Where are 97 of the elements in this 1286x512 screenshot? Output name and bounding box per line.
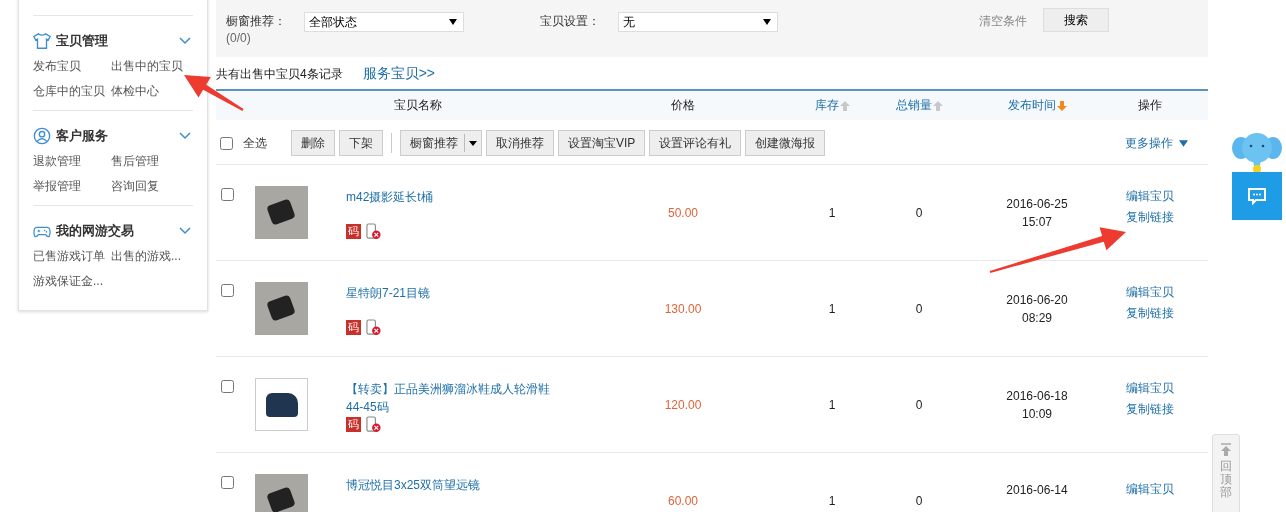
sidebar-link[interactable]: 售后管理 <box>111 153 191 170</box>
chevron-icon[interactable] <box>179 37 191 45</box>
select-all-checkbox[interactable] <box>220 136 233 150</box>
dropdown[interactable]: 全部状态 <box>304 12 464 32</box>
sidebar-link[interactable]: 出售中的宝贝 <box>111 58 191 75</box>
code-badge: 码 <box>346 320 361 335</box>
stock-cell: 1 <box>828 205 836 220</box>
filter-label: 宝贝设置： <box>540 13 601 30</box>
service-link[interactable]: 服务宝贝>> <box>362 65 436 83</box>
elephant-mascot-icon[interactable] <box>1232 130 1282 174</box>
caret-icon <box>469 140 477 146</box>
chat-icon <box>1247 186 1267 206</box>
shirt-icon <box>33 32 51 50</box>
sales-cell: 0 <box>915 301 923 316</box>
sidebar-link[interactable]: 出售的游戏... <box>111 248 191 265</box>
sidebar-link[interactable]: 发布宝贝 <box>33 58 111 75</box>
section-title: 宝贝管理 <box>56 32 109 50</box>
publish-date: 2016-06-14 <box>1006 482 1068 499</box>
code-badge: 码 <box>346 417 361 432</box>
row-checkbox[interactable] <box>221 188 234 201</box>
up-arrow-icon <box>1220 443 1232 457</box>
sidebar-link[interactable]: 咨询回复 <box>111 178 191 195</box>
publish-time: 10:09 <box>1022 406 1052 423</box>
product-name-link[interactable]: 博冠悦目3x25双筒望远镜 <box>346 476 560 494</box>
row-action-link[interactable]: 复制链接 <box>1126 208 1174 226</box>
column-header[interactable]: 发布时间 <box>964 97 1110 114</box>
row-checkbox[interactable] <box>221 284 234 297</box>
sidebar-link[interactable]: 退款管理 <box>33 153 111 170</box>
caret-icon <box>1179 139 1188 147</box>
column-header: 价格 <box>670 97 696 114</box>
sidebar-link[interactable]: 已售游戏订单 <box>33 248 111 265</box>
phone-blocked-icon <box>366 223 381 240</box>
sales-cell: 0 <box>915 205 923 220</box>
photo-placeholder <box>255 186 308 239</box>
price-cell: 120.00 <box>664 398 702 412</box>
column-header[interactable]: 库存 <box>790 97 874 114</box>
photo-placeholder <box>255 474 308 512</box>
code-badge: 码 <box>346 224 361 239</box>
sales-cell: 0 <box>915 398 923 412</box>
stock-cell: 1 <box>828 398 836 412</box>
toolbar-button[interactable]: 取消推荐 <box>486 130 554 156</box>
publish-date: 2016-06-20 <box>1006 291 1068 309</box>
chevron-icon[interactable] <box>179 227 191 235</box>
product-name-link[interactable]: 星特朗7-21目镜 <box>346 284 560 302</box>
sidebar-link[interactable]: 体检中心 <box>111 83 191 100</box>
photo-placeholder <box>255 282 308 335</box>
section-title: 客户服务 <box>56 127 109 145</box>
phone-blocked-icon <box>366 416 381 433</box>
user-icon <box>33 127 51 145</box>
toolbar-button[interactable]: 下架 <box>339 130 383 156</box>
row-checkbox[interactable] <box>221 476 234 489</box>
select-all-label: 全选 <box>243 134 267 152</box>
row-action-link[interactable]: 编辑宝贝 <box>1126 380 1174 397</box>
column-header: 宝贝名称 <box>393 97 443 114</box>
filter-count: (0/0) <box>226 30 252 46</box>
row-action-link[interactable]: 复制链接 <box>1126 304 1174 322</box>
toolbar-button[interactable]: 删除 <box>291 130 335 156</box>
stock-cell: 1 <box>828 301 836 316</box>
dropdown-arrow-icon <box>763 19 771 25</box>
price-cell: 130.00 <box>664 301 702 316</box>
stock-cell: 1 <box>828 493 836 508</box>
sidebar-link[interactable]: 举报管理 <box>33 178 111 195</box>
price-cell: 50.00 <box>668 205 698 220</box>
more-actions-link[interactable]: 更多操作 <box>1125 134 1188 152</box>
sort-down-arrow-icon[interactable] <box>1056 100 1067 111</box>
row-action-link[interactable]: 编辑宝贝 <box>1126 283 1174 301</box>
search-button[interactable]: 搜索 <box>1043 8 1109 32</box>
clear-link[interactable]: 清空条件 <box>979 12 1027 30</box>
dropdown[interactable]: 无 <box>618 12 778 32</box>
row-action-link[interactable]: 编辑宝贝 <box>1126 187 1174 205</box>
toolbar-button[interactable]: 创建微海报 <box>745 130 826 156</box>
publish-date: 2016-06-25 <box>1006 195 1068 213</box>
chat-button[interactable] <box>1232 172 1282 220</box>
photo-placeholder <box>255 378 308 431</box>
chevron-icon[interactable] <box>179 132 191 140</box>
publish-time: 15:07 <box>1022 213 1052 231</box>
price-cell: 60.00 <box>668 493 698 508</box>
section-title: 我的网游交易 <box>56 222 135 240</box>
product-name-link[interactable]: 【转卖】正品美洲狮溜冰鞋成人轮滑鞋44-45码 <box>346 380 560 416</box>
publish-date: 2016-06-18 <box>1006 388 1068 405</box>
column-header[interactable]: 总销量 <box>874 97 964 114</box>
column-header: 操作 <box>1137 97 1163 114</box>
sales-cell: 0 <box>915 493 923 508</box>
filter-label: 橱窗推荐： <box>226 13 287 30</box>
toolbar-button[interactable]: 设置淘宝VIP <box>558 130 646 156</box>
row-checkbox[interactable] <box>221 380 234 393</box>
toolbar-button[interactable]: 设置评论有礼 <box>649 130 742 156</box>
window-recommend-button[interactable]: 橱窗推荐 <box>400 130 482 156</box>
dropdown-arrow-icon <box>449 19 457 25</box>
record-count: 共有出售中宝贝4条记录 <box>216 65 343 83</box>
row-action-link[interactable]: 复制链接 <box>1126 401 1174 418</box>
sidebar-link[interactable]: 仓库中的宝贝 <box>33 83 111 100</box>
publish-time: 08:29 <box>1022 309 1052 327</box>
sidebar-link[interactable]: 游戏保证金... <box>33 273 111 290</box>
product-name-link[interactable]: m42摄影延长t桶 <box>346 188 560 206</box>
row-action-link[interactable]: 编辑宝贝 <box>1126 481 1174 498</box>
phone-blocked-icon <box>366 319 381 336</box>
